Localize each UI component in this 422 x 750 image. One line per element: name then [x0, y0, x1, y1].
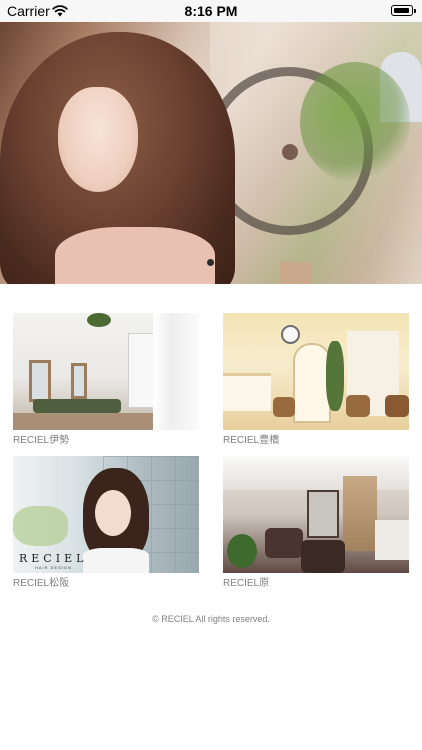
hero-model-face [58, 87, 138, 192]
hero-pot [280, 262, 312, 284]
status-bar: Carrier 8:16 PM [0, 0, 422, 22]
carousel-page-indicator[interactable] [207, 259, 214, 266]
footer-copyright: © RECIEL All rights reserved. [152, 614, 270, 624]
photo-brand-tagline: HAIR DESIGN [35, 565, 73, 570]
battery-icon [391, 5, 416, 16]
status-time: 8:16 PM [184, 3, 238, 19]
photo-greenery [13, 506, 68, 546]
hero-plants [300, 62, 410, 182]
salon-card-ise[interactable]: RECIEL伊勢 [13, 313, 199, 447]
hero-carousel[interactable] [0, 22, 422, 284]
photo-plant [87, 313, 111, 327]
photo-desk [223, 373, 271, 411]
photo-chair [273, 397, 295, 417]
photo-chairs [33, 399, 121, 413]
salon-name-matsusaka[interactable]: RECIEL松阪 [13, 578, 199, 590]
salon-name-ise[interactable]: RECIEL伊勢 [13, 435, 199, 447]
photo-counter [375, 520, 409, 560]
battery-level [393, 7, 409, 13]
salon-card-toyohashi[interactable]: RECIEL豊橋 [223, 313, 409, 447]
photo-chair [346, 395, 370, 417]
photo-plant [227, 534, 257, 568]
salon-photo-toyohashi[interactable] [223, 313, 409, 430]
photo-mirror [307, 490, 339, 538]
salon-name-toyohashi[interactable]: RECIEL豊橋 [223, 435, 409, 447]
photo-chair [385, 395, 409, 417]
hero-model-clothes [55, 227, 215, 284]
salon-card-hara[interactable]: RECIEL原 [223, 456, 409, 590]
salon-photo-ise[interactable] [13, 313, 199, 430]
photo-model-body [83, 548, 149, 573]
photo-curtain [153, 313, 199, 430]
photo-chair [265, 528, 303, 558]
photo-clock [281, 325, 300, 344]
photo-plant [326, 341, 344, 411]
photo-chair [301, 540, 345, 573]
photo-ceiling [223, 456, 409, 490]
salon-photo-matsusaka[interactable]: RECIEL HAIR DESIGN [13, 456, 199, 573]
photo-stone-wall [343, 476, 377, 551]
photo-mirror [29, 360, 51, 402]
photo-mirror [71, 363, 87, 399]
salon-photo-hara[interactable] [223, 456, 409, 573]
salon-name-hara[interactable]: RECIEL原 [223, 578, 409, 590]
salon-card-matsusaka[interactable]: RECIEL HAIR DESIGN RECIEL松阪 [13, 456, 199, 590]
photo-brand-logo: RECIEL [19, 552, 88, 565]
photo-model-face [95, 490, 131, 536]
